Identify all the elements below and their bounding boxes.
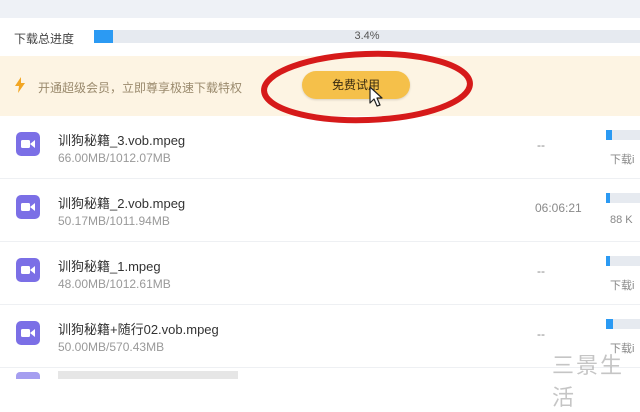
vip-promo-banner: 开通超级会员，立即尊享极速下载特权 免费试用 <box>0 56 640 116</box>
file-size: 66.00MB/1012.07MB <box>58 151 171 165</box>
file-size: 48.00MB/1012.61MB <box>58 277 171 291</box>
remaining-time: -- <box>537 327 545 341</box>
total-progress-label: 下载总进度 <box>14 32 75 46</box>
file-name: 训狗秘籍_2.vob.mpeg <box>58 196 186 211</box>
download-speed: 88 K <box>610 214 633 226</box>
remaining-time: -- <box>537 264 545 278</box>
file-progress-fill <box>606 130 612 140</box>
file-progress-bar <box>606 193 640 203</box>
watermark: 三景生活 <box>552 353 625 410</box>
total-progress-row: 下载总进度 3.4% <box>0 18 640 56</box>
download-row[interactable]: 训狗秘籍_1.mpeg 48.00MB/1012.61MB -- 下载i <box>0 242 640 305</box>
video-file-icon <box>16 195 40 219</box>
download-status: 下载i <box>610 154 635 166</box>
file-progress-fill <box>606 256 610 266</box>
top-toolbar-strip <box>0 0 640 19</box>
remaining-time: -- <box>537 138 545 152</box>
mouse-pointer-icon <box>369 86 383 107</box>
download-row[interactable]: 训狗秘籍_3.vob.mpeg 66.00MB/1012.07MB -- 下载i <box>0 116 640 179</box>
download-status: 下载i <box>610 280 635 292</box>
file-size: 50.00MB/570.43MB <box>58 340 165 354</box>
video-file-icon <box>16 258 40 282</box>
file-name-placeholder <box>58 371 238 379</box>
file-name: 训狗秘籍_3.vob.mpeg <box>58 133 186 148</box>
video-file-icon <box>16 372 40 379</box>
video-file-icon <box>16 321 40 345</box>
free-trial-button[interactable]: 免费试用 <box>302 71 410 99</box>
lightning-icon <box>15 77 25 93</box>
file-progress-bar <box>606 256 640 266</box>
file-name: 训狗秘籍+随行02.vob.mpeg <box>58 322 219 337</box>
file-progress-bar <box>606 319 640 329</box>
total-progress-bar: 3.4% <box>94 30 640 43</box>
video-file-icon <box>16 132 40 156</box>
file-name: 训狗秘籍_1.mpeg <box>58 259 161 274</box>
total-progress-percent: 3.4% <box>354 30 380 42</box>
download-row[interactable]: 训狗秘籍_2.vob.mpeg 50.17MB/1011.94MB 06:06:… <box>0 179 640 242</box>
file-progress-fill <box>606 193 611 203</box>
promo-text: 开通超级会员，立即尊享极速下载特权 <box>38 81 243 95</box>
download-row[interactable]: 训狗秘籍+随行02.vob.mpeg 50.00MB/570.43MB -- 下… <box>0 305 640 368</box>
file-progress-fill <box>606 319 614 329</box>
file-progress-bar <box>606 130 640 140</box>
download-list: 训狗秘籍_3.vob.mpeg 66.00MB/1012.07MB -- 下载i… <box>0 116 640 368</box>
file-size: 50.17MB/1011.94MB <box>58 214 170 228</box>
partial-download-row <box>0 368 640 379</box>
remaining-time: 06:06:21 <box>535 201 582 215</box>
